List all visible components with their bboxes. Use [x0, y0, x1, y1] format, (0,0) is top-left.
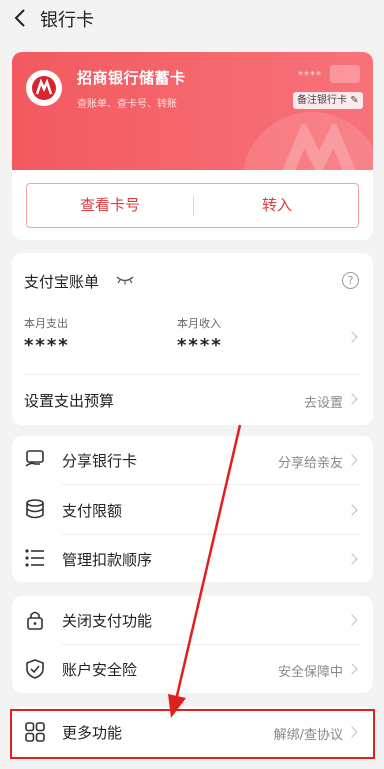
divider	[62, 484, 361, 485]
budget-action[interactable]: 去设置	[304, 392, 343, 411]
list-icon	[25, 549, 44, 567]
chevron-right-icon	[346, 504, 358, 516]
chevron-right-icon	[346, 553, 358, 565]
card-number-mask: ****	[298, 70, 322, 81]
bank-logo-icon	[26, 70, 62, 106]
menu-item-label: 管理扣款顺序	[62, 551, 153, 569]
chevron-right-icon[interactable]	[346, 393, 358, 405]
grid-icon	[25, 722, 45, 742]
menu-item-label: 账户安全险	[62, 661, 138, 679]
expense-value: ****	[24, 335, 70, 356]
transfer-in-button[interactable]: 转入	[194, 184, 360, 227]
top-bar: 银行卡	[0, 0, 384, 34]
income-value: ****	[177, 335, 223, 356]
eye-closed-icon[interactable]	[116, 275, 134, 285]
remark-label: 备注银行卡	[297, 95, 347, 106]
bank-card-header[interactable]: 招商银行储蓄卡 查账单、查卡号、转账 **** 备注银行卡 ✎	[12, 52, 373, 170]
database-icon	[26, 499, 44, 519]
card-actions: 查看卡号 转入	[26, 183, 359, 228]
bank-subtitle: 查账单、查卡号、转账	[77, 99, 177, 110]
bill-title: 支付宝账单	[24, 273, 100, 291]
menu-item-hint: 解绑/查协议	[273, 728, 343, 743]
budget-label[interactable]: 设置支出预算	[24, 390, 114, 411]
menu-group-card: 分享银行卡 分享给亲友 支付限额 管理扣款顺序	[12, 436, 373, 582]
expense-label: 本月支出	[24, 317, 68, 330]
edit-icon: ✎	[350, 95, 359, 106]
menu-item-hint: 安全保障中	[277, 665, 343, 680]
shield-icon	[26, 659, 44, 679]
divider	[62, 534, 361, 535]
menu-group-security: 关闭支付功能 账户安全险 安全保障中	[12, 596, 373, 693]
chevron-right-icon[interactable]	[346, 331, 358, 343]
menu-item-label: 支付限额	[62, 502, 123, 520]
menu-item-label: 关闭支付功能	[62, 612, 153, 630]
chevron-right-icon	[346, 663, 358, 675]
menu-item-label: 更多功能	[62, 724, 123, 742]
remark-card-button[interactable]: 备注银行卡 ✎	[293, 92, 363, 109]
chevron-right-icon	[346, 614, 358, 626]
page-title: 银行卡	[40, 10, 94, 31]
menu-item-hint: 分享给亲友	[277, 456, 343, 471]
menu-item-label: 分享银行卡	[62, 452, 138, 470]
help-icon[interactable]: ?	[342, 272, 359, 289]
card-number-hidden	[330, 65, 360, 83]
bank-watermark-icon	[282, 124, 356, 170]
bank-name: 招商银行储蓄卡	[77, 69, 186, 87]
chevron-right-icon	[346, 726, 358, 738]
bank-card: 招商银行储蓄卡 查账单、查卡号、转账 **** 备注银行卡 ✎ 查看卡号 转入	[12, 52, 373, 240]
divider	[62, 644, 361, 645]
share-card-icon	[25, 450, 44, 467]
back-arrow-icon[interactable]	[12, 8, 30, 28]
bill-panel: 支付宝账单 ? 本月支出 **** 本月收入 **** 设置支出预算 去设置	[12, 253, 373, 425]
income-label: 本月收入	[177, 317, 221, 330]
view-card-number-button[interactable]: 查看卡号	[27, 184, 193, 227]
menu-item-more-functions[interactable]: 更多功能 解绑/查协议	[12, 707, 373, 758]
lock-icon	[27, 611, 43, 630]
divider	[24, 374, 361, 375]
chevron-right-icon	[346, 454, 358, 466]
